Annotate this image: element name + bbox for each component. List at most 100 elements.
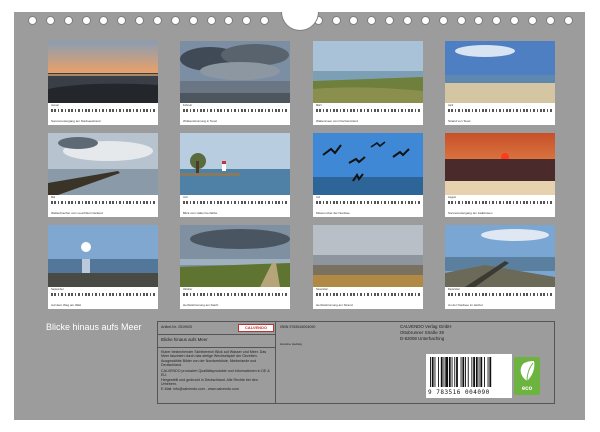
binding-ring xyxy=(28,16,37,25)
month-photo-image xyxy=(313,225,423,287)
day-strip xyxy=(51,108,155,113)
month-page-5: Mai Wellenbrecher vom Leuchtturm Eckerd xyxy=(48,133,158,217)
publisher-name: CALVENDO Verlag GmbH xyxy=(400,324,452,329)
binding-ring xyxy=(545,16,555,25)
month-photo-image xyxy=(180,225,290,287)
binding-ring xyxy=(153,16,163,25)
month-caption: Möwen über der Nordsee xyxy=(316,211,350,215)
month-photo-image xyxy=(48,41,158,103)
month-caption: An der Nordsee im Herbst xyxy=(448,303,483,307)
month-photo xyxy=(48,41,158,103)
day-strip xyxy=(51,292,155,297)
divider xyxy=(158,334,276,335)
binding-ring xyxy=(81,16,91,25)
month-photo-image xyxy=(445,41,555,103)
month-label: Dezember xyxy=(448,288,460,291)
binding-ring xyxy=(260,16,270,25)
contact-email: E-Mail: info@calvendo.com - www.calvendo… xyxy=(161,387,239,391)
publisher-city: D-82008 Unterhaching xyxy=(400,336,445,341)
binding-ring xyxy=(420,16,430,25)
month-page-1: Januar Sonnenuntergang am Nordseestrand xyxy=(48,41,158,125)
leaf-icon xyxy=(520,361,535,382)
binding-ring xyxy=(403,16,413,25)
month-label: Januar xyxy=(51,104,59,107)
eco-label: eco xyxy=(521,386,533,392)
month-page-8: August Sonnenuntergang am Jadebusen xyxy=(445,133,555,217)
month-label: März xyxy=(316,104,322,107)
month-photo xyxy=(180,225,290,287)
month-photo xyxy=(180,133,290,195)
isbn-barcode: 9 783516 004090 xyxy=(426,354,512,398)
month-caption: Blick vom Hafen bei Ebbe xyxy=(183,211,218,215)
month-photo-image xyxy=(445,225,555,287)
month-photo xyxy=(48,133,158,195)
month-photo-image xyxy=(48,225,158,287)
series-title: Blicke hinaus aufs Meer xyxy=(161,337,208,342)
binding-ring xyxy=(45,16,55,25)
barcode-bars xyxy=(430,357,492,387)
month-label: Juli xyxy=(316,196,320,199)
barcode-number: 9 783516 004090 xyxy=(428,389,490,396)
month-photo-image xyxy=(48,133,158,195)
month-photo xyxy=(48,225,158,287)
month-label: Mai xyxy=(51,196,56,199)
binding-ring xyxy=(242,16,252,25)
month-page-6: Juni Blick vom Hafen bei Ebbe xyxy=(180,133,290,217)
month-label: November xyxy=(316,288,328,291)
binding-ring xyxy=(474,16,484,25)
month-label: April xyxy=(448,104,454,107)
month-photo xyxy=(445,41,555,103)
month-page-3: März Wattenmeer vom Fischerstrand xyxy=(313,41,423,125)
calvendo-logo: CALVENDO xyxy=(238,324,274,332)
month-photo xyxy=(445,133,555,195)
month-label: August xyxy=(448,196,457,199)
month-label: Oktober xyxy=(183,288,193,291)
binding-ring xyxy=(510,16,520,25)
publisher-street: Ottobrunner Straße 39 xyxy=(400,330,444,335)
info-column-left: Artikel-Nr: 2519925 CALVENDO Blicke hina… xyxy=(158,322,276,403)
binding-ring xyxy=(206,16,216,25)
month-caption: Wolkenstimmung in Texel xyxy=(183,119,217,123)
month-caption: Strand von Texel xyxy=(448,119,471,123)
day-strip xyxy=(316,292,420,297)
month-caption: Sonnenuntergang am Nordseestrand xyxy=(51,119,101,123)
month-caption: Auf dem Weg am Watt xyxy=(51,303,82,307)
month-caption: Wattenmeer vom Fischerstrand xyxy=(316,119,358,123)
day-strip xyxy=(448,108,552,113)
binding-ring xyxy=(563,16,573,25)
calendar-title: Blicke hinaus aufs Meer xyxy=(46,322,142,332)
month-photo-image xyxy=(180,133,290,195)
month-photo xyxy=(313,225,423,287)
binding-ring xyxy=(224,16,234,25)
month-photo xyxy=(313,41,423,103)
month-caption: Herbststimmung am Deich xyxy=(183,303,219,307)
binding-ring xyxy=(492,16,502,25)
binding-ring xyxy=(188,16,198,25)
binding-ring xyxy=(117,16,127,25)
binding-ring xyxy=(349,16,359,25)
month-caption: Wellenbrecher vom Leuchtturm Eckerd xyxy=(51,211,103,215)
month-photo xyxy=(313,133,423,195)
month-page-2: Februar Wolkenstimmung in Texel xyxy=(180,41,290,125)
author: Hansine Hedwig xyxy=(280,342,302,346)
binding-ring xyxy=(528,16,538,25)
month-page-7: Juli Möwen über der Nordsee xyxy=(313,133,423,217)
month-caption: Sonnenuntergang am Jadebusen xyxy=(448,211,493,215)
binding-ring xyxy=(456,16,466,25)
day-strip xyxy=(51,200,155,205)
divider xyxy=(158,347,276,348)
binding-ring xyxy=(63,16,73,25)
day-strip xyxy=(316,108,420,113)
day-strip xyxy=(448,292,552,297)
month-caption: Herbststimmung am Strand xyxy=(316,303,353,307)
binding-ring xyxy=(170,16,180,25)
month-page-4: April Strand von Texel xyxy=(445,41,555,125)
day-strip xyxy=(448,200,552,205)
month-label: September xyxy=(51,288,64,291)
isbn: ISBN 9783516004090 xyxy=(280,325,316,329)
binding-ring xyxy=(367,16,377,25)
month-page-9: September Auf dem Weg am Watt xyxy=(48,225,158,309)
month-label: Februar xyxy=(183,104,193,107)
day-strip xyxy=(183,200,287,205)
binding-ring xyxy=(438,16,448,25)
